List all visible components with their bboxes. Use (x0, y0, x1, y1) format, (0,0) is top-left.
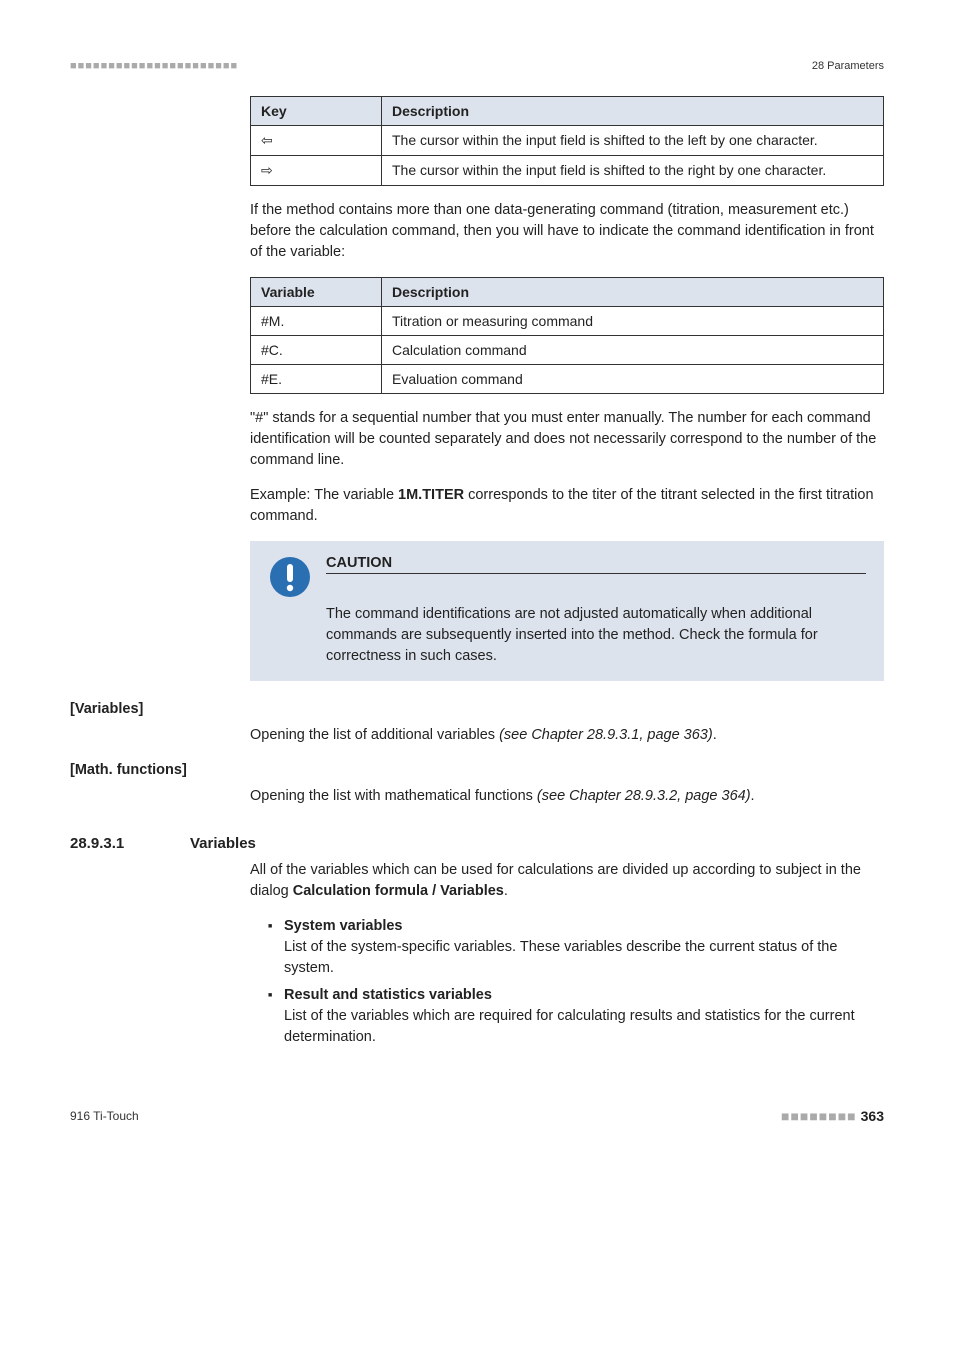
key-table-head-key: Key (251, 97, 382, 126)
cross-ref: (see Chapter 28.9.3.2, page 364) (537, 788, 751, 804)
caution-title: CAUTION (326, 555, 866, 574)
section-number: 28.9.3.1 (70, 835, 160, 852)
bullet-body: List of the variables which are required… (284, 1008, 855, 1045)
key-table: Key Description ⇦ The cursor within the … (250, 96, 884, 186)
section-title: Variables (190, 835, 256, 852)
paragraph: All of the variables which can be used f… (250, 860, 884, 902)
key-desc: The cursor within the input field is shi… (382, 156, 884, 186)
footer-page: ■■■■■■■■363 (781, 1108, 884, 1124)
caution-text: The command identifications are not adju… (326, 604, 866, 667)
text: . (713, 727, 717, 743)
table-row: ⇨ The cursor within the input field is s… (251, 156, 884, 186)
cross-ref: (see Chapter 28.9.3.1, page 363) (499, 727, 713, 743)
page-footer: 916 Ti-Touch ■■■■■■■■363 (70, 1108, 884, 1124)
footer-decor: ■■■■■■■■ (781, 1108, 857, 1124)
var-desc: Titration or measuring command (382, 307, 884, 336)
paragraph: Opening the list with mathematical funct… (250, 786, 884, 807)
paragraph: "#" stands for a sequential number that … (250, 408, 884, 471)
variable-table: Variable Description #M. Titration or me… (250, 277, 884, 394)
table-row: ⇦ The cursor within the input field is s… (251, 126, 884, 156)
math-functions-label: [Math. functions] (70, 762, 884, 778)
variables-label: [Variables] (70, 701, 884, 717)
var-cell: #C. (251, 336, 382, 365)
left-arrow-icon: ⇦ (251, 126, 382, 156)
var-desc: Evaluation command (382, 365, 884, 394)
paragraph: Opening the list of additional variables… (250, 725, 884, 746)
table-row: #M. Titration or measuring command (251, 307, 884, 336)
list-item: Result and statistics variables List of … (268, 985, 884, 1048)
page-header: ■■■■■■■■■■■■■■■■■■■■■■ 28 Parameters (70, 60, 884, 72)
text: . (751, 788, 755, 804)
footer-product: 916 Ti-Touch (70, 1109, 139, 1123)
table-row: #C. Calculation command (251, 336, 884, 365)
header-section: 28 Parameters (812, 60, 884, 72)
text: Opening the list of additional variables (250, 727, 499, 743)
var-cell: #E. (251, 365, 382, 394)
right-arrow-icon: ⇨ (251, 156, 382, 186)
var-table-head-var: Variable (251, 278, 382, 307)
var-desc: Calculation command (382, 336, 884, 365)
var-table-head-desc: Description (382, 278, 884, 307)
paragraph: Example: The variable 1M.TITER correspon… (250, 485, 884, 527)
var-cell: #M. (251, 307, 382, 336)
list-item: System variables List of the system-spec… (268, 916, 884, 979)
bullet-title: System variables (284, 918, 403, 934)
bullet-title: Result and statistics variables (284, 987, 492, 1003)
key-desc: The cursor within the input field is shi… (382, 126, 884, 156)
variable-name: 1M.TITER (398, 487, 464, 503)
text: . (504, 883, 508, 899)
caution-content: CAUTION The command identifications are … (326, 555, 866, 667)
bullet-list: System variables List of the system-spec… (250, 916, 884, 1048)
header-decor: ■■■■■■■■■■■■■■■■■■■■■■ (70, 60, 238, 72)
table-row: #E. Evaluation command (251, 365, 884, 394)
key-table-head-desc: Description (382, 97, 884, 126)
section-heading: 28.9.3.1 Variables (70, 835, 884, 852)
caution-box: CAUTION The command identifications are … (250, 541, 884, 681)
caution-icon (268, 555, 312, 599)
page-number: 363 (861, 1108, 884, 1124)
paragraph: If the method contains more than one dat… (250, 200, 884, 263)
text: Example: The variable (250, 487, 398, 503)
bullet-body: List of the system-specific variables. T… (284, 939, 837, 976)
text: Opening the list with mathematical funct… (250, 788, 537, 804)
dialog-name: Calculation formula / Variables (293, 883, 504, 899)
